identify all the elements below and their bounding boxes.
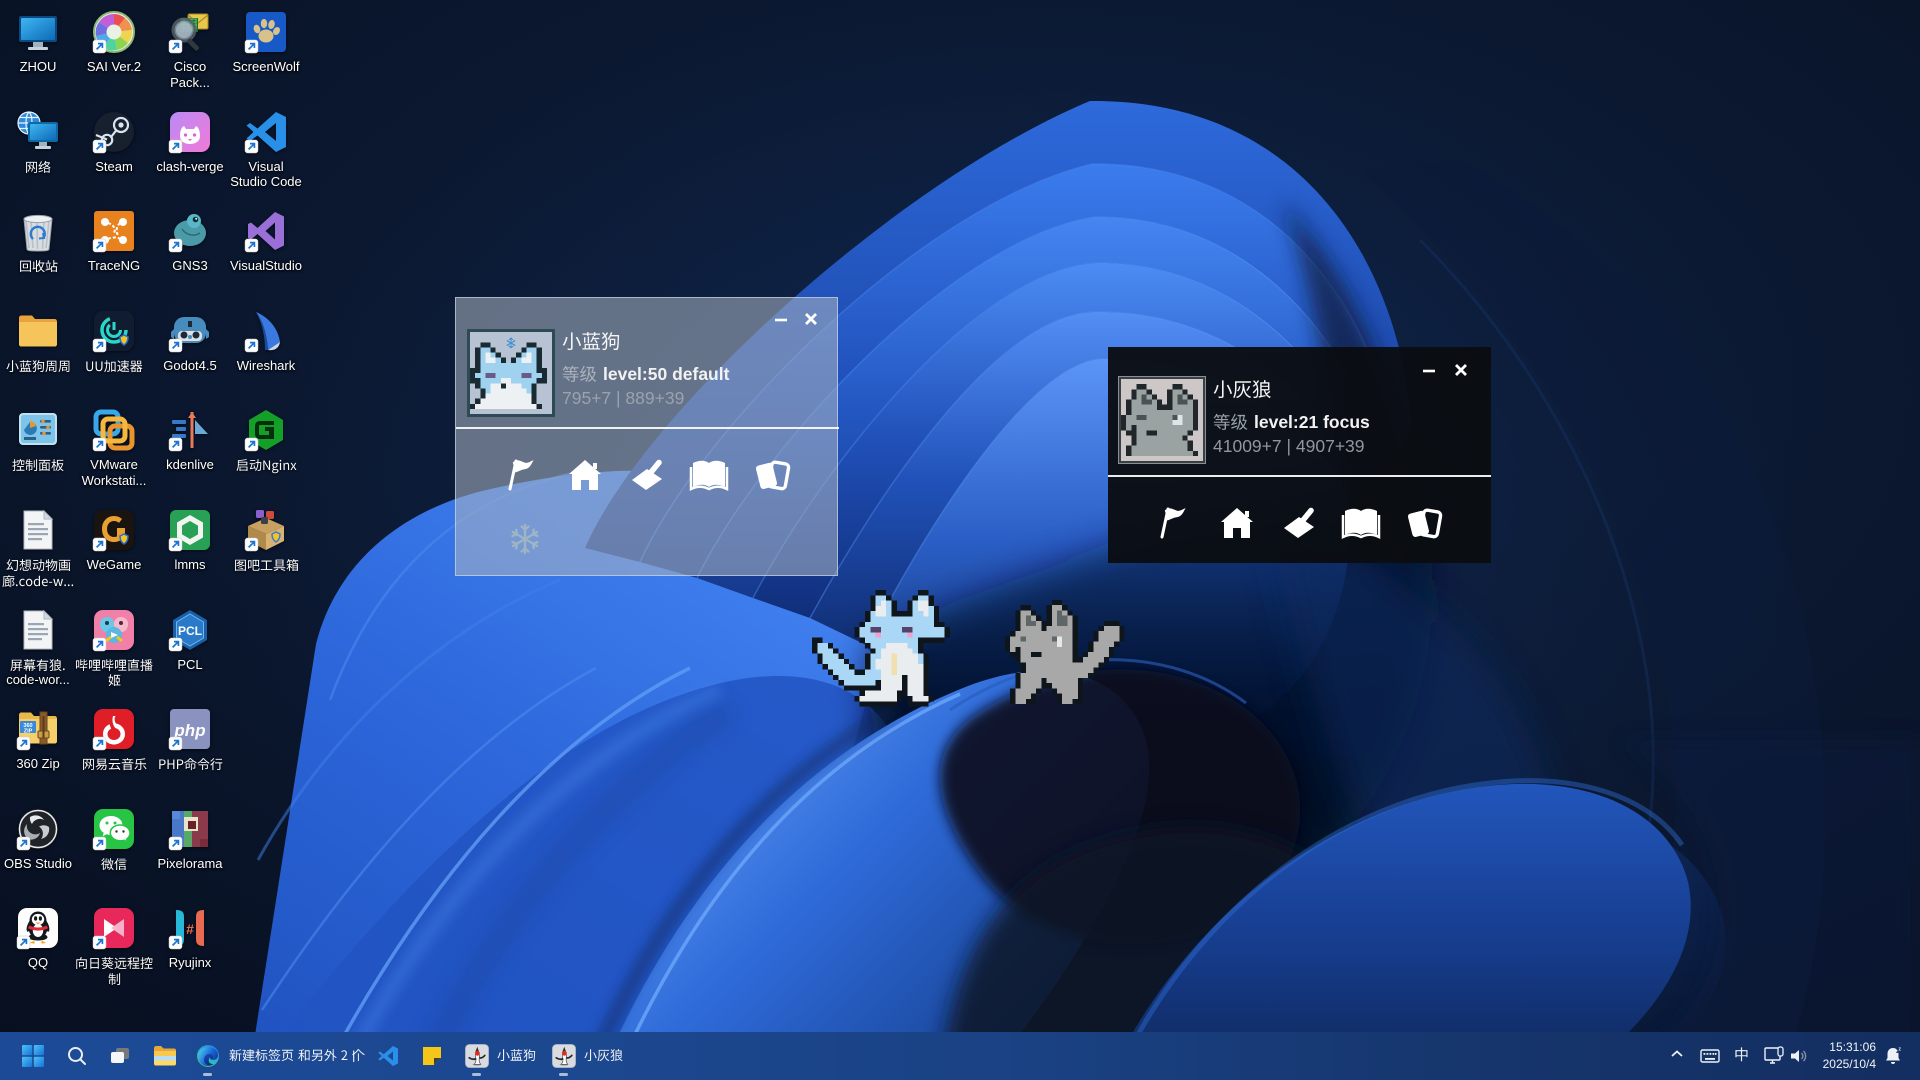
svg-text:z: z <box>1899 1047 1902 1053</box>
svg-text:ZIP: ZIP <box>24 729 33 735</box>
svg-text:#: # <box>186 921 194 937</box>
svg-text:PCL: PCL <box>178 624 202 638</box>
